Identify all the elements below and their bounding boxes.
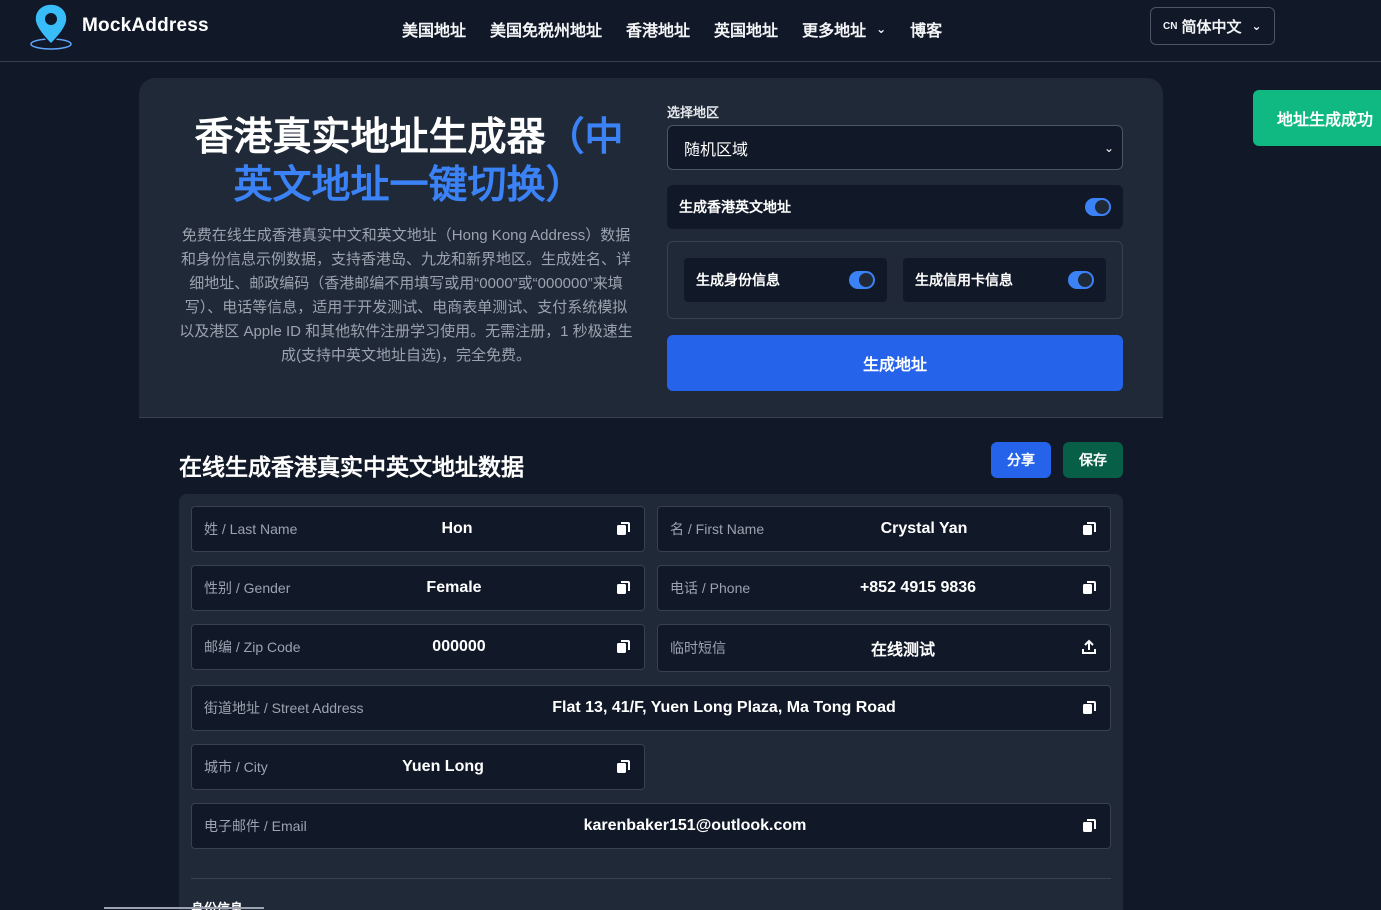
region-value: 随机区域: [684, 141, 749, 159]
chevron-down-icon: ⌄: [876, 22, 887, 36]
page-title: 香港真实地址生成器（中 英文地址一键切换）: [179, 114, 639, 210]
external-link-icon[interactable]: [1080, 638, 1098, 656]
phone-field: 电话 / Phone +852 4915 9836: [657, 565, 1111, 611]
scroll-indicator: [104, 907, 264, 909]
field-label: 名 / First Name: [670, 521, 765, 537]
flag-cn-icon: CN: [1163, 20, 1178, 32]
sms-link[interactable]: 在线测试: [871, 636, 935, 660]
title-main: 香港真实地址生成器: [194, 116, 546, 159]
language-selector[interactable]: CN 简体中文 ⌄: [1150, 7, 1275, 45]
nav-blog[interactable]: 博客: [910, 17, 942, 41]
top-navbar: MockAddress 美国地址 美国免税州地址 香港地址 英国地址 更多地址 …: [0, 0, 1381, 62]
copy-icon[interactable]: [1080, 520, 1098, 538]
field-value: Yuen Long: [402, 758, 484, 775]
last-name-field: 姓 / Last Name Hon: [191, 506, 645, 552]
temp-sms-field: 临时短信 在线测试: [657, 624, 1111, 672]
region-select[interactable]: 随机区域 ⌄: [667, 125, 1123, 170]
copy-icon[interactable]: [614, 579, 632, 597]
identity-label: 生成身份信息: [696, 272, 780, 288]
brand-logo[interactable]: MockAddress: [28, 2, 209, 50]
field-value: +852 4915 9836: [859, 579, 977, 596]
title-accent-2: 英文地址一键切换）: [233, 164, 585, 207]
page-description: 免费在线生成香港真实中文和英文地址（Hong Kong Address）数据和身…: [179, 227, 633, 364]
nav-us-taxfree-address[interactable]: 美国免税州地址: [490, 17, 602, 41]
city-field: 城市 / City Yuen Long: [191, 744, 645, 790]
result-panel: 姓 / Last Name Hon 名 / First Name Crystal…: [179, 494, 1123, 910]
field-label: 临时短信: [670, 640, 726, 656]
email-field: 电子邮件 / Email karenbaker151@outlook.com: [191, 803, 1111, 849]
english-address-toggle[interactable]: [1085, 198, 1111, 216]
field-label: 城市 / City: [204, 759, 268, 775]
field-value: 000000: [432, 638, 486, 655]
credit-card-label: 生成信用卡信息: [915, 272, 1013, 288]
copy-icon[interactable]: [614, 758, 632, 776]
gender-field: 性别 / Gender Female: [191, 565, 645, 611]
field-label: 电子邮件 / Email: [204, 818, 307, 834]
field-value: Hon: [441, 520, 473, 537]
english-address-label: 生成香港英文地址: [679, 199, 791, 215]
nav-more-address[interactable]: 更多地址 ⌄: [802, 17, 886, 41]
extra-options-group: 生成身份信息 生成信用卡信息: [667, 241, 1123, 319]
region-label: 选择地区: [667, 105, 720, 120]
copy-icon[interactable]: [1080, 699, 1098, 717]
field-value: Crystal Yan: [880, 520, 968, 537]
generate-address-button[interactable]: 生成地址: [667, 335, 1123, 391]
copy-icon[interactable]: [1080, 817, 1098, 835]
field-label: 邮编 / Zip Code: [204, 639, 301, 655]
zip-code-field: 邮编 / Zip Code 000000: [191, 624, 645, 670]
hero-section: 香港真实地址生成器（中 英文地址一键切换） 免费在线生成香港真实中文和英文地址（…: [139, 78, 1163, 418]
field-value: Female: [426, 579, 482, 596]
copy-icon[interactable]: [614, 638, 632, 656]
chevron-down-icon: ⌄: [1251, 19, 1262, 33]
street-address-field: 街道地址 / Street Address Flat 13, 41/F, Yue…: [191, 685, 1111, 731]
brand-name: MockAddress: [82, 15, 209, 36]
identity-toggle[interactable]: [849, 271, 875, 289]
field-value: karenbaker151@outlook.com: [583, 817, 807, 834]
chevron-down-icon: ⌄: [1103, 140, 1114, 155]
generator-form: 选择地区 随机区域 ⌄ 生成香港英文地址 生成身份信息 生成信用卡信息 生成地址: [667, 102, 1123, 391]
field-label: 电话 / Phone: [670, 580, 751, 596]
field-value: Flat 13, 41/F, Yuen Long Plaza, Ma Tong …: [552, 699, 896, 716]
field-label: 街道地址 / Street Address: [204, 700, 364, 716]
copy-icon[interactable]: [614, 520, 632, 538]
credit-card-toggle-row: 生成信用卡信息: [903, 258, 1106, 302]
nav-uk-address[interactable]: 英国地址: [714, 17, 778, 41]
nav-more-label: 更多地址: [802, 23, 867, 40]
main-menu: 美国地址 美国免税州地址 香港地址 英国地址 更多地址 ⌄ 博客: [402, 17, 966, 41]
first-name-field: 名 / First Name Crystal Yan: [657, 506, 1111, 552]
save-button[interactable]: 保存: [1063, 442, 1123, 478]
result-section: 在线生成香港真实中英文地址数据 分享 保存 姓 / Last Name Hon …: [139, 418, 1163, 910]
field-label: 姓 / Last Name: [204, 521, 298, 537]
field-label: 性别 / Gender: [204, 580, 291, 596]
credit-card-toggle[interactable]: [1068, 271, 1094, 289]
share-button[interactable]: 分享: [991, 442, 1051, 478]
result-title: 在线生成香港真实中英文地址数据: [179, 454, 524, 480]
nav-hk-address[interactable]: 香港地址: [626, 17, 690, 41]
copy-icon[interactable]: [1080, 579, 1098, 597]
map-pin-icon: [30, 3, 72, 50]
language-label: 简体中文: [1181, 18, 1242, 36]
title-accent-1: （中: [545, 116, 624, 159]
nav-us-address[interactable]: 美国地址: [402, 17, 466, 41]
english-address-toggle-row: 生成香港英文地址: [667, 185, 1123, 229]
identity-toggle-row: 生成身份信息: [684, 258, 887, 302]
success-toast: 地址生成成功: [1253, 90, 1381, 146]
section-divider: [191, 878, 1111, 879]
